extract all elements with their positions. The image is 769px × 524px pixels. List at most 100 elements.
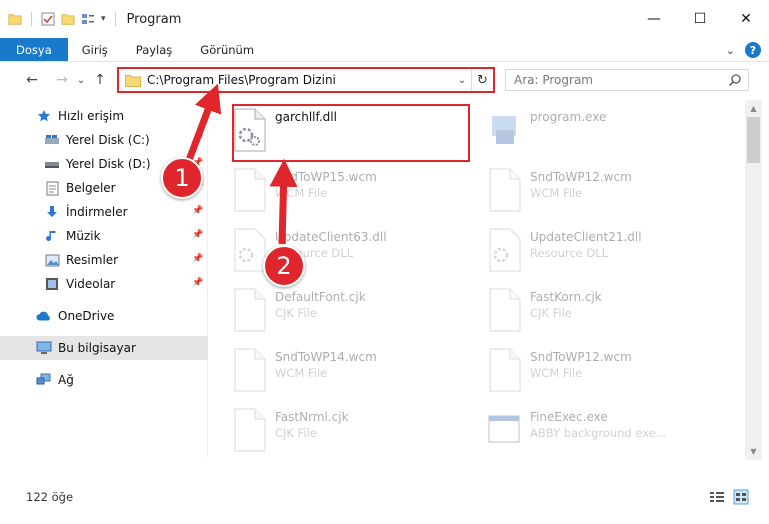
maximize-button[interactable]: ☐ [677,0,723,38]
file-meta: SndToWP12.wcm WCM File [530,344,632,380]
pictures-icon [44,252,60,268]
file-meta: SndToWP12.wcm WCM File [530,164,632,200]
file-name: FastKorn.cjk [530,290,602,304]
generic-file-icon [234,168,266,212]
sidebar-item-quick-access[interactable]: Hızlı erişim [0,104,208,128]
file-meta: FastNrml.cjk CJK File [275,404,349,440]
file-item[interactable]: SndToWP12.wcm WCM File [470,344,710,400]
sidebar-item-videos[interactable]: Videolar 📌 [0,272,208,296]
file-item[interactable]: UpdateClient63.dll Resource DLL [215,224,455,280]
ribbon-expand-icon[interactable]: ⌄ [726,44,735,57]
file-name: SndToWP14.wcm [275,350,377,364]
dll-file-icon [234,228,266,272]
file-item[interactable]: SndToWP12.wcm WCM File [470,164,710,220]
view-toggle-icon[interactable] [81,12,95,26]
file-meta: SndToWP15.wcm WCM File [275,164,377,200]
help-icon[interactable]: ? [745,42,761,58]
sidebar-item-label: Yerel Disk (C:) [66,133,150,147]
search-input[interactable]: Ara: Program [514,73,593,87]
ribbon-right: ⌄ ? [726,38,761,62]
file-name: program.exe [530,110,607,124]
step-badge-1: 1 [161,157,203,199]
file-meta: UpdateClient21.dll Resource DLL [530,224,642,260]
dll-file-icon [489,228,521,272]
title-bar: ▾ Program — ☐ ✕ [0,0,769,38]
file-name: UpdateClient63.dll [275,230,387,244]
documents-icon [44,180,60,196]
sidebar-item-label: Hızlı erişim [58,109,125,123]
sidebar-item-this-pc[interactable]: Bu bilgisayar [0,336,208,360]
file-item-program-exe[interactable]: program.exe [470,104,710,160]
generic-file-icon [234,348,266,392]
file-item[interactable]: FastKorn.cjk CJK File [470,284,710,340]
qat-dropdown-icon[interactable]: ▾ [101,14,106,24]
item-count: 122 öğe [26,490,74,504]
file-item[interactable]: DefaultFont.cjk CJK File [215,284,455,340]
vertical-scrollbar[interactable]: ▲ ▼ [745,100,762,460]
file-item[interactable]: FastNrml.cjk CJK File [215,404,455,460]
sidebar-item-label: Belgeler [66,181,116,195]
file-item[interactable]: SndToWP14.wcm WCM File [215,344,455,400]
quick-access-toolbar: ▾ [0,12,119,26]
sidebar-item-label: Ağ [58,373,74,387]
file-meta: FastKorn.cjk CJK File [530,284,602,320]
minimize-button[interactable]: — [631,0,677,38]
scroll-thumb[interactable] [747,117,760,163]
sidebar-item-downloads[interactable]: İndirmeler 📌 [0,200,208,224]
sidebar-item-label: Bu bilgisayar [58,341,136,355]
exe-file-icon [492,116,516,144]
sidebar-item-label: OneDrive [58,309,115,323]
sidebar-item-onedrive[interactable]: OneDrive [0,304,208,328]
address-dropdown-icon[interactable]: ⌄ [453,75,471,86]
properties-icon[interactable] [41,12,55,26]
new-folder-icon[interactable] [61,12,75,26]
tab-file[interactable]: Dosya [0,38,68,61]
tiles-view-icon[interactable] [733,489,749,505]
sidebar-item-disk-c[interactable]: Yerel Disk (C:) 📌 [0,128,208,152]
file-type: CJK File [530,306,572,320]
file-type: WCM File [530,366,583,380]
file-meta: program.exe [530,104,606,124]
file-meta: FineExec.exe ABBY background exe... [530,404,667,440]
file-item[interactable]: SndToWP15.wcm WCM File [215,164,455,220]
forward-button[interactable]: → [50,68,74,92]
drive-icon [44,156,60,172]
refresh-button[interactable]: ↻ [471,69,493,91]
pin-icon: 📌 [192,254,204,264]
view-buttons [709,489,749,505]
file-type: ABBY background exe... [530,426,667,440]
file-item[interactable]: FineExec.exe ABBY background exe... [470,404,710,460]
video-icon [44,276,60,292]
scroll-up-icon[interactable]: ▲ [745,100,762,117]
star-icon [36,108,52,124]
sidebar-item-network[interactable]: Ağ [0,368,208,392]
file-name: UpdateClient21.dll [530,230,642,244]
file-type: WCM File [275,366,328,380]
tab-share[interactable]: Paylaş [122,38,187,61]
network-icon [36,372,52,388]
search-box[interactable]: Ara: Program [505,69,749,91]
close-button[interactable]: ✕ [723,0,769,38]
back-button[interactable]: ← [20,68,44,92]
address-bar[interactable]: C:\Program Files\Program Dizini ⌄ ↻ [117,67,495,93]
details-view-icon[interactable] [709,489,725,505]
file-name: FastNrml.cjk [275,410,349,424]
sidebar-item-pictures[interactable]: Resimler 📌 [0,248,208,272]
file-type: Resource DLL [530,246,609,260]
tab-home[interactable]: Giriş [68,38,122,61]
recent-locations-button[interactable]: ⌄ [74,68,88,92]
computer-icon [36,340,52,356]
file-name: DefaultFont.cjk [275,290,366,304]
file-item[interactable]: UpdateClient21.dll Resource DLL [470,224,710,280]
address-path[interactable]: C:\Program Files\Program Dizini [147,73,453,87]
sidebar-item-music[interactable]: Müzik 📌 [0,224,208,248]
sidebar-item-label: Resimler [66,253,119,267]
up-button[interactable]: ↑ [88,68,112,92]
file-meta: DefaultFont.cjk CJK File [275,284,366,320]
tab-view[interactable]: Görünüm [186,38,268,61]
window-title: Program [126,11,182,27]
folder-icon[interactable] [8,12,22,26]
navigation-bar: ← → ⌄ ↑ C:\Program Files\Program Dizini … [0,63,769,97]
scroll-down-icon[interactable]: ▼ [745,443,762,460]
file-name: SndToWP15.wcm [275,170,377,184]
